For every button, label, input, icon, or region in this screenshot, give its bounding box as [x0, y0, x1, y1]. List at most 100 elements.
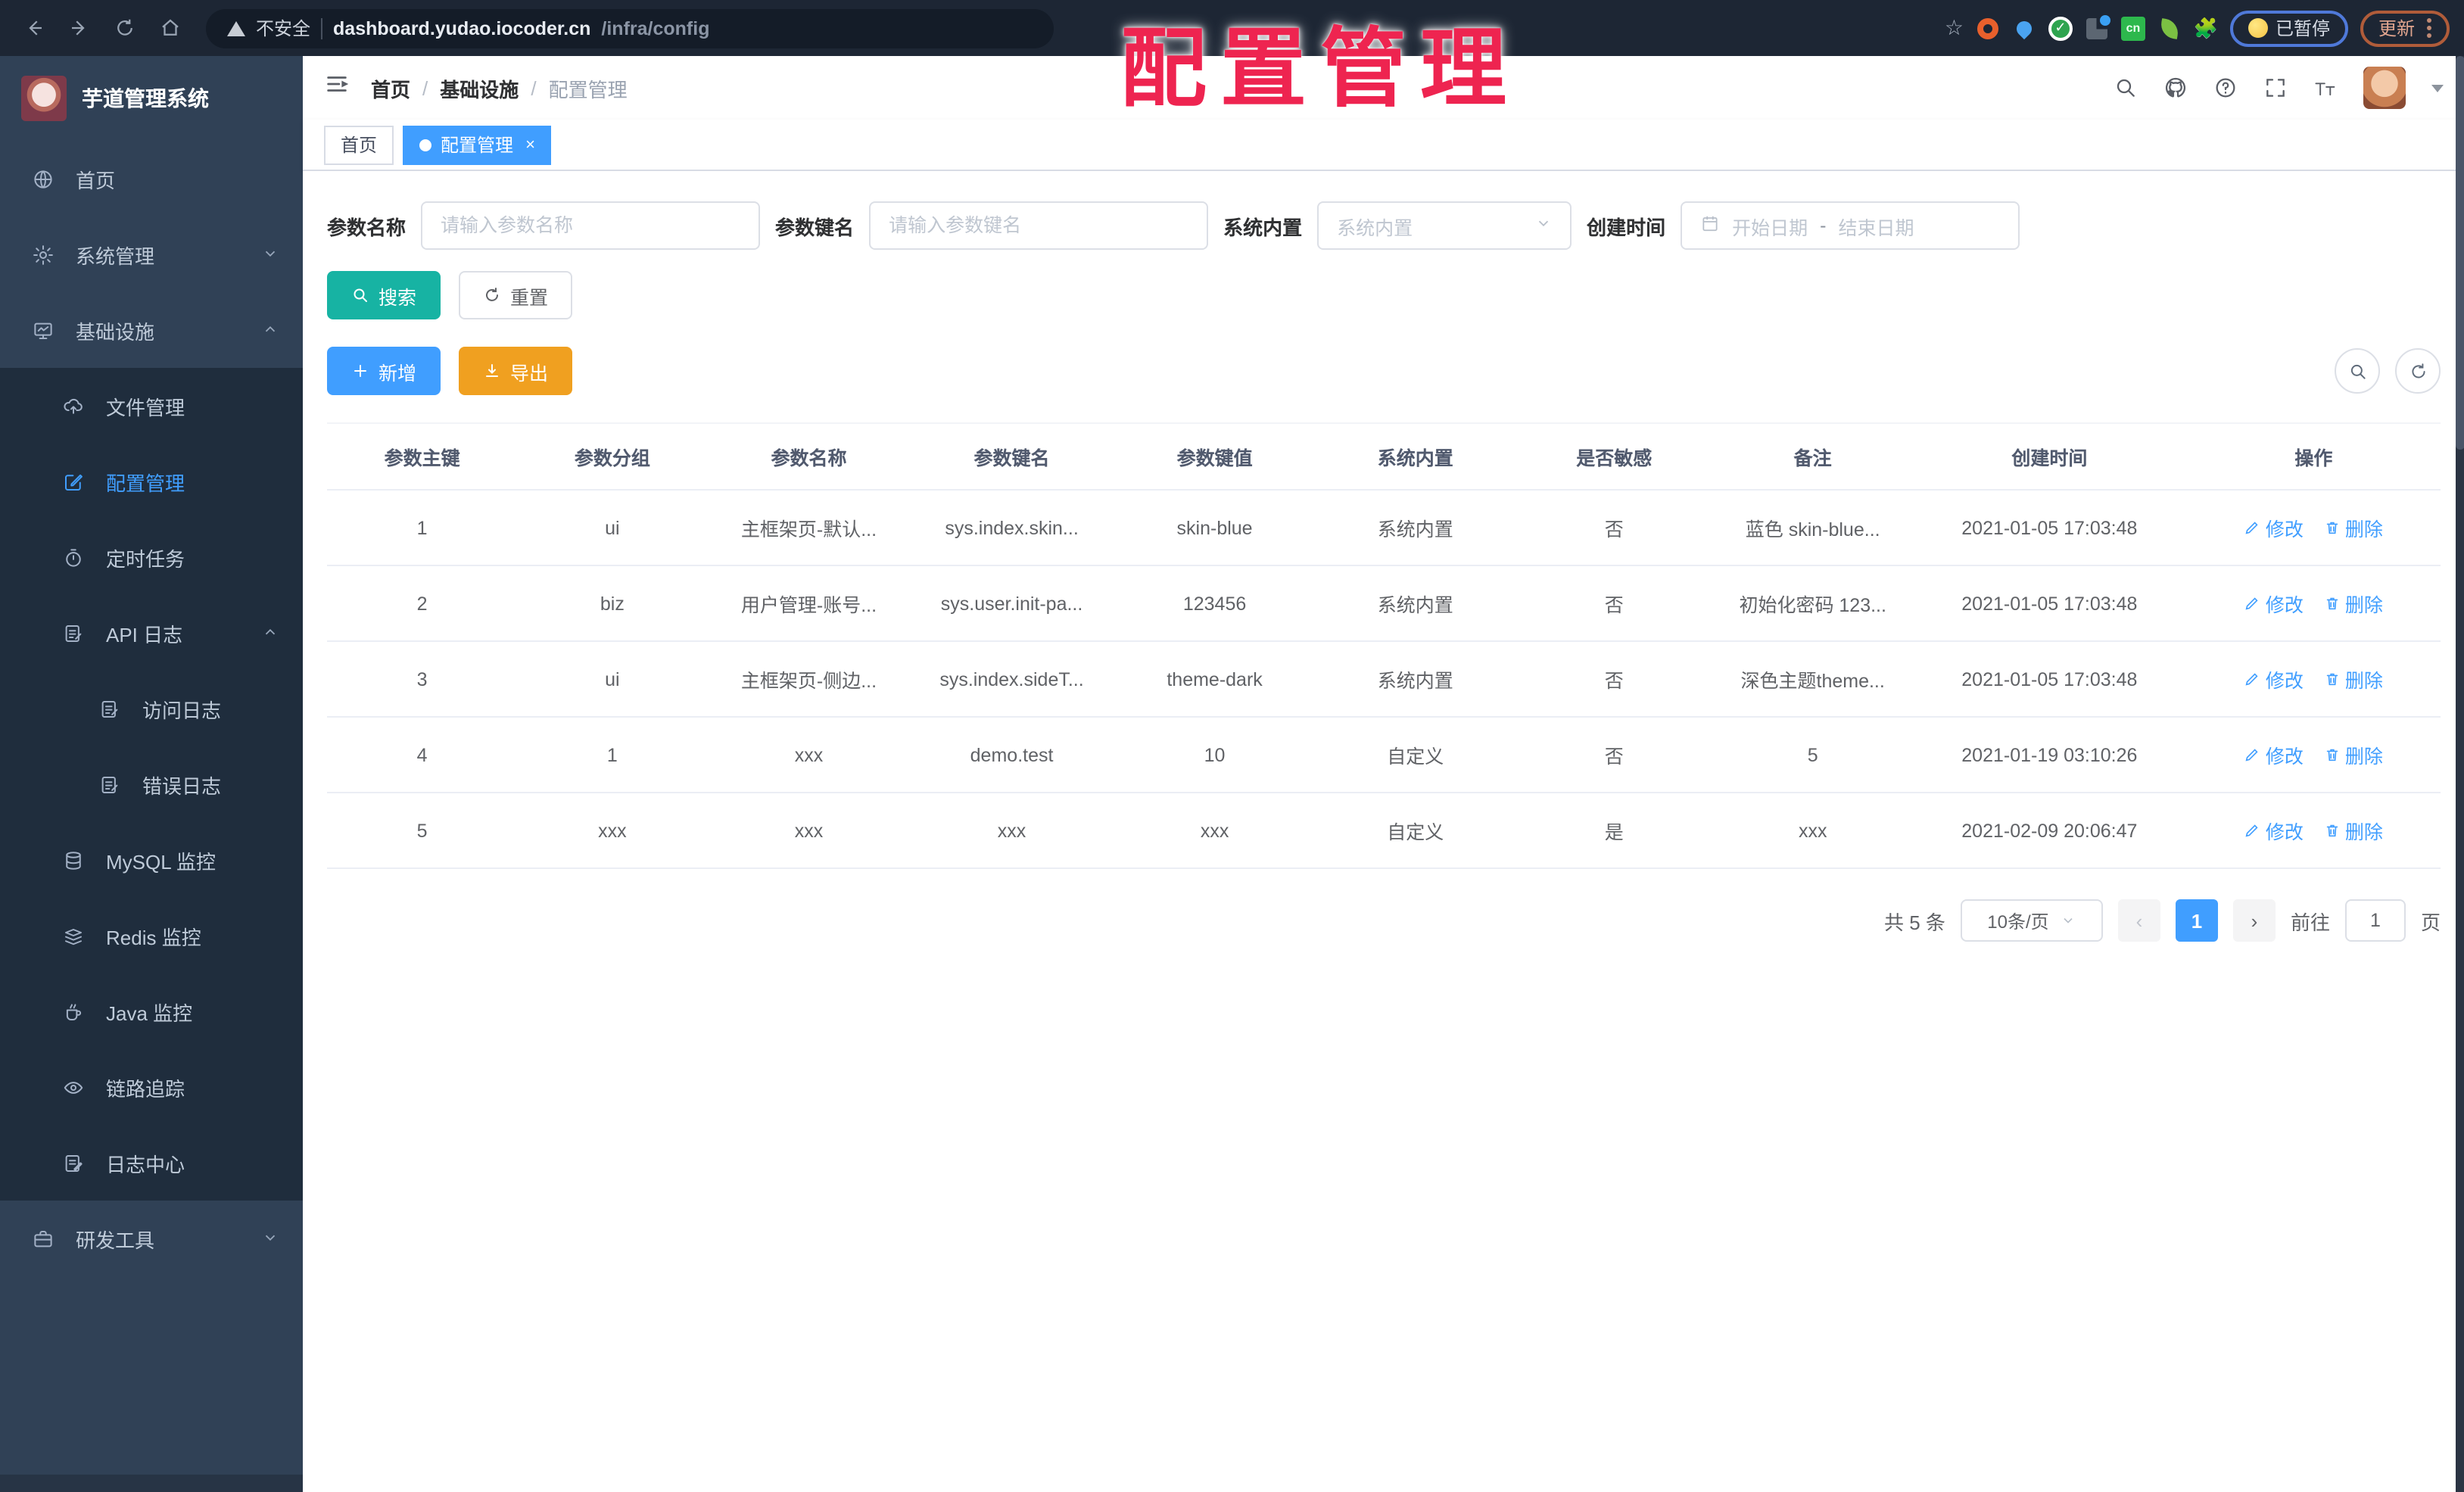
github-icon[interactable]	[2163, 76, 2188, 100]
cell-name: xxx	[707, 793, 911, 869]
sidebar-item-label: 基础设施	[76, 320, 155, 343]
cell-created: 2021-01-05 17:03:48	[1911, 490, 2187, 566]
delete-row-button[interactable]: 删除	[2324, 513, 2383, 542]
browser-menu-icon[interactable]	[2427, 18, 2431, 38]
cloud-upload-icon	[61, 394, 85, 418]
back-icon[interactable]	[15, 10, 51, 46]
trash-icon	[2326, 597, 2338, 610]
gear-icon	[30, 242, 55, 266]
extension-cn-badge-icon[interactable]: cn	[2120, 16, 2145, 40]
param-key-input[interactable]	[869, 201, 1209, 250]
reset-button[interactable]: 重置	[459, 271, 573, 319]
app-title: 芋道管理系统	[82, 86, 209, 111]
sidebar-item-tracing[interactable]: 链路追踪	[0, 1049, 303, 1125]
bookmark-star-icon[interactable]: ☆	[1945, 15, 1964, 41]
user-avatar[interactable]	[2363, 67, 2406, 109]
sidebar-item-label: 错误日志	[142, 774, 222, 797]
prev-page-button[interactable]: ‹	[2117, 899, 2160, 942]
edit-row-button[interactable]: 修改	[2244, 665, 2304, 693]
next-page-button[interactable]: ›	[2232, 899, 2276, 942]
collapse-sidebar-icon[interactable]	[324, 71, 350, 104]
export-button[interactable]: 导出	[459, 347, 573, 395]
date-range-picker[interactable]: 开始日期 - 结束日期	[1681, 201, 2020, 250]
font-size-icon[interactable]	[2313, 76, 2338, 100]
help-icon[interactable]	[2213, 76, 2238, 100]
sidebar-item-redis-monitor[interactable]: Redis 监控	[0, 898, 303, 973]
app-window: 芋道管理系统 首页 系统管理 基础设施 文件管理 配置管理 定时任务 API 日…	[0, 56, 2464, 1492]
search-icon	[2350, 363, 2365, 378]
sidebar-item-dev-tools[interactable]: 研发工具	[0, 1201, 303, 1276]
close-tab-icon[interactable]: ×	[525, 135, 535, 154]
column-header: 参数分组	[517, 422, 708, 491]
sidebar-item-java-monitor[interactable]: Java 监控	[0, 973, 303, 1049]
breadcrumb-home[interactable]: 首页	[371, 73, 410, 102]
extension-grid-icon[interactable]	[2085, 14, 2110, 40]
user-menu-caret-icon[interactable]	[2431, 84, 2444, 92]
forward-icon[interactable]	[61, 10, 97, 46]
extension-check-icon[interactable]: ✓	[2048, 16, 2073, 40]
param-name-input[interactable]	[421, 201, 761, 250]
sidebar-item-access-logs[interactable]: 访问日志	[0, 671, 303, 746]
search-icon[interactable]	[2114, 76, 2138, 100]
pencil-icon	[2246, 824, 2259, 837]
extension-pin-icon[interactable]	[2012, 16, 2036, 40]
paused-profile-button[interactable]: 已暂停	[2229, 10, 2348, 46]
cell-builtin: 系统内置	[1316, 565, 1515, 642]
scrollbar-thumb[interactable]	[2456, 56, 2464, 450]
toggle-search-button[interactable]	[2335, 348, 2380, 394]
cell-key: xxx	[910, 793, 1114, 869]
cell-key: sys.user.init-pa...	[910, 565, 1114, 642]
browser-extensions-area: ☆ ✓ cn 🧩 已暂停 更新	[1945, 10, 2450, 46]
reload-icon[interactable]	[106, 10, 142, 46]
table-tools	[2335, 348, 2441, 394]
cell-sensitive: 否	[1515, 565, 1714, 642]
cell-id: 1	[327, 490, 518, 566]
goto-page-input[interactable]	[2344, 899, 2406, 942]
add-button[interactable]: 新增	[327, 347, 441, 395]
sidebar-item-scheduled-jobs[interactable]: 定时任务	[0, 519, 303, 595]
delete-row-button[interactable]: 删除	[2324, 740, 2383, 769]
current-page-button[interactable]: 1	[2175, 899, 2218, 942]
delete-row-button[interactable]: 删除	[2324, 589, 2383, 618]
edit-row-button[interactable]: 修改	[2244, 740, 2304, 769]
column-header: 备注	[1713, 422, 1912, 491]
app-logo-row[interactable]: 芋道管理系统	[0, 56, 303, 141]
address-bar[interactable]: 不安全 dashboard.yudao.iocoder.cn/infra/con…	[206, 8, 1054, 48]
tab-config-manage[interactable]: 配置管理 ×	[403, 125, 552, 164]
download-icon	[486, 364, 499, 377]
home-icon[interactable]	[151, 10, 188, 46]
sidebar-item-home[interactable]: 首页	[0, 141, 303, 216]
sidebar-item-api-logs[interactable]: API 日志	[0, 595, 303, 671]
edit-row-button[interactable]: 修改	[2244, 513, 2304, 542]
delete-row-button[interactable]: 删除	[2324, 816, 2383, 845]
builtin-select[interactable]: 系统内置	[1317, 201, 1572, 250]
breadcrumb-section[interactable]: 基础设施	[440, 73, 519, 102]
page-content: 参数名称 参数键名 系统内置 系统内置 创建时间 开始日期 - 结束日期	[303, 171, 2464, 1492]
page-size-select[interactable]: 10条/页	[1960, 899, 2103, 942]
sidebar-item-infra[interactable]: 基础设施	[0, 292, 303, 368]
builtin-select-placeholder: 系统内置	[1337, 217, 1413, 238]
sidebar-item-log-center[interactable]: 日志中心	[0, 1125, 303, 1201]
sidebar-item-file-manage[interactable]: 文件管理	[0, 368, 303, 444]
sidebar-item-error-logs[interactable]: 错误日志	[0, 746, 303, 822]
breadcrumb-separator: /	[422, 76, 428, 99]
sidebar-menu: 首页 系统管理 基础设施 文件管理 配置管理 定时任务 API 日志 访问日志 …	[0, 141, 303, 1276]
edit-row-button[interactable]: 修改	[2244, 816, 2304, 845]
search-button[interactable]: 搜索	[327, 271, 441, 319]
sidebar-item-system[interactable]: 系统管理	[0, 216, 303, 292]
cell-value: 123456	[1113, 565, 1316, 642]
sidebar-item-config-manage[interactable]: 配置管理	[0, 444, 303, 519]
window-scrollbar[interactable]	[2456, 56, 2464, 1492]
sidebar-item-mysql-monitor[interactable]: MySQL 监控	[0, 822, 303, 898]
update-browser-button[interactable]: 更新	[2360, 10, 2450, 46]
extensions-puzzle-icon[interactable]: 🧩	[2194, 16, 2218, 40]
extension-leaf-icon[interactable]	[2157, 16, 2182, 40]
edit-row-button[interactable]: 修改	[2244, 589, 2304, 618]
tab-home[interactable]: 首页	[324, 125, 394, 164]
sidebar-item-label: 文件管理	[106, 396, 185, 419]
delete-row-button[interactable]: 删除	[2324, 665, 2383, 693]
fullscreen-icon[interactable]	[2263, 76, 2288, 100]
refresh-table-button[interactable]	[2395, 348, 2441, 394]
pencil-icon	[2246, 522, 2259, 534]
extension-orange-ring-icon[interactable]	[1976, 16, 2000, 40]
